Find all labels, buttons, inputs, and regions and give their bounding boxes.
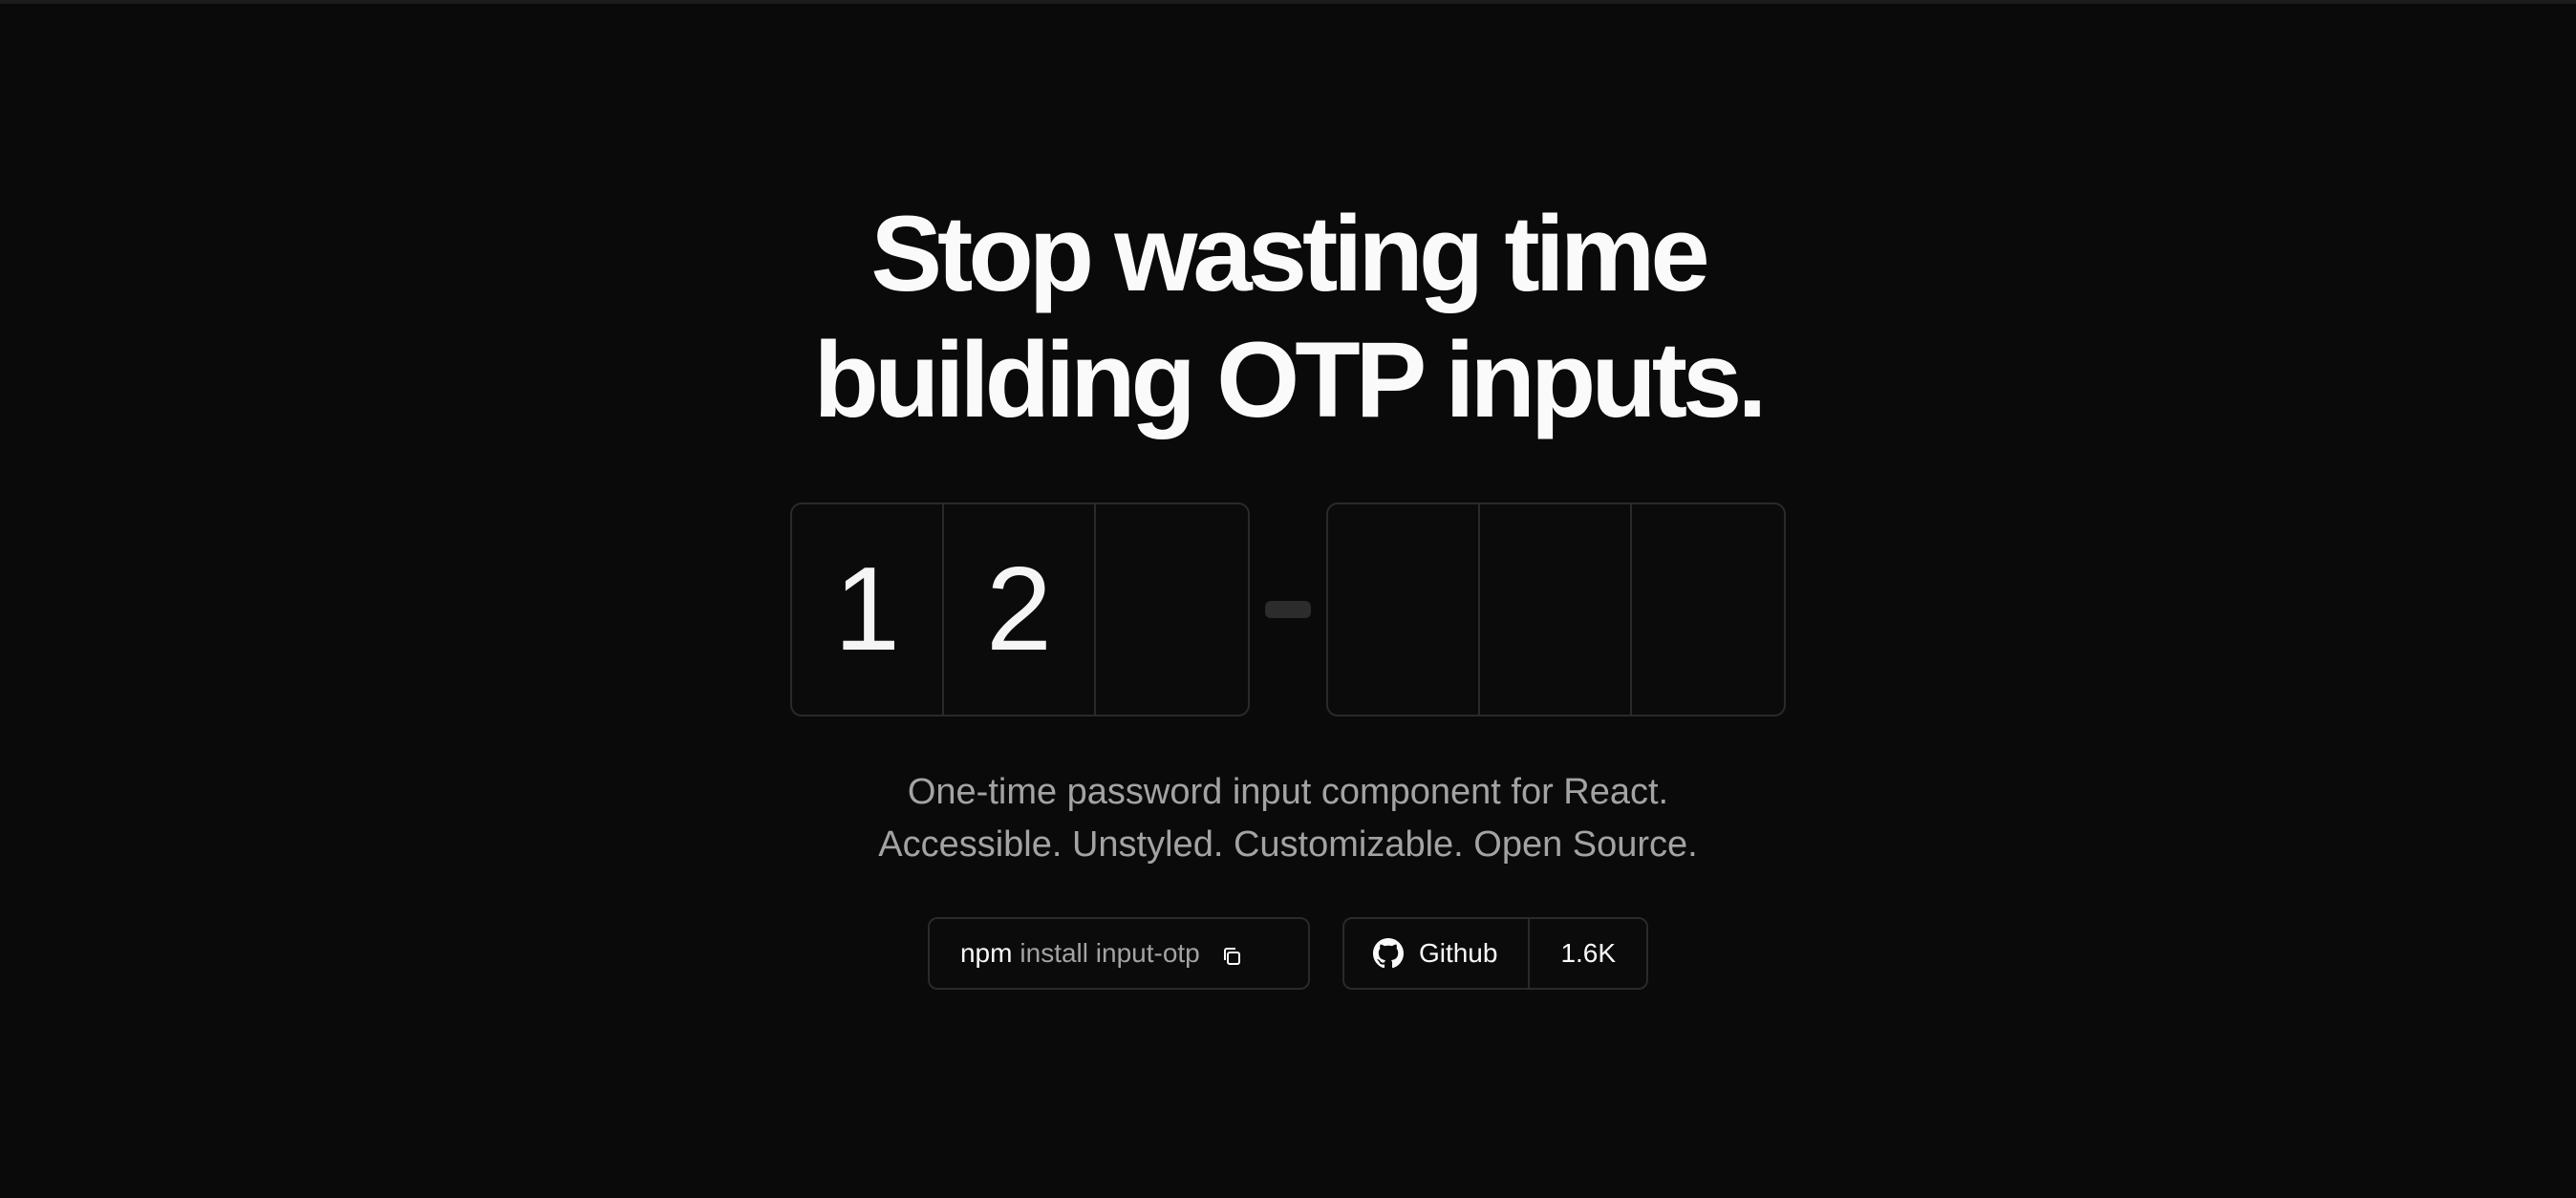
github-icon	[1372, 938, 1404, 969]
headline-line-2: building OTP inputs.	[813, 320, 1768, 439]
page: Stop wasting time building OTP inputs. 1…	[0, 0, 2576, 1198]
top-border	[0, 0, 2576, 4]
install-args: install input-otp	[1020, 938, 1200, 968]
otp-group-first: 1 2	[790, 503, 1250, 717]
install-command-box[interactable]: npm install input-otp	[927, 917, 1310, 990]
otp-slot-3[interactable]	[1096, 504, 1248, 715]
tagline-line-2: Accessible. Unstyled. Customizable. Open…	[878, 824, 1698, 865]
github-star-count: 1.6K	[1560, 938, 1617, 968]
github-label: Github	[1418, 938, 1498, 968]
otp-slot-1[interactable]: 1	[792, 504, 944, 715]
headline-line-1: Stop wasting time	[870, 194, 1709, 313]
github-button[interactable]: Github 1.6K	[1342, 917, 1649, 990]
otp-separator	[1265, 601, 1311, 618]
tagline: One-time password input component for Re…	[878, 766, 1698, 871]
install-command: npm	[959, 938, 1013, 968]
copy-icon[interactable]	[1221, 943, 1242, 965]
hero-section: Stop wasting time building OTP inputs. 1…	[0, 191, 2576, 990]
otp-slot-4[interactable]	[1328, 504, 1480, 715]
otp-slot-2[interactable]: 2	[944, 504, 1096, 715]
github-link[interactable]: Github	[1344, 919, 1531, 988]
headline: Stop wasting time building OTP inputs.	[813, 191, 1768, 443]
otp-group-second	[1326, 503, 1786, 717]
otp-input[interactable]: 1 2	[790, 503, 1786, 717]
otp-slot-5[interactable]	[1480, 504, 1632, 715]
actions-row: npm install input-otp Github 1.6K	[927, 917, 1649, 990]
tagline-line-1: One-time password input component for Re…	[907, 772, 1669, 812]
otp-slot-6[interactable]	[1632, 504, 1784, 715]
